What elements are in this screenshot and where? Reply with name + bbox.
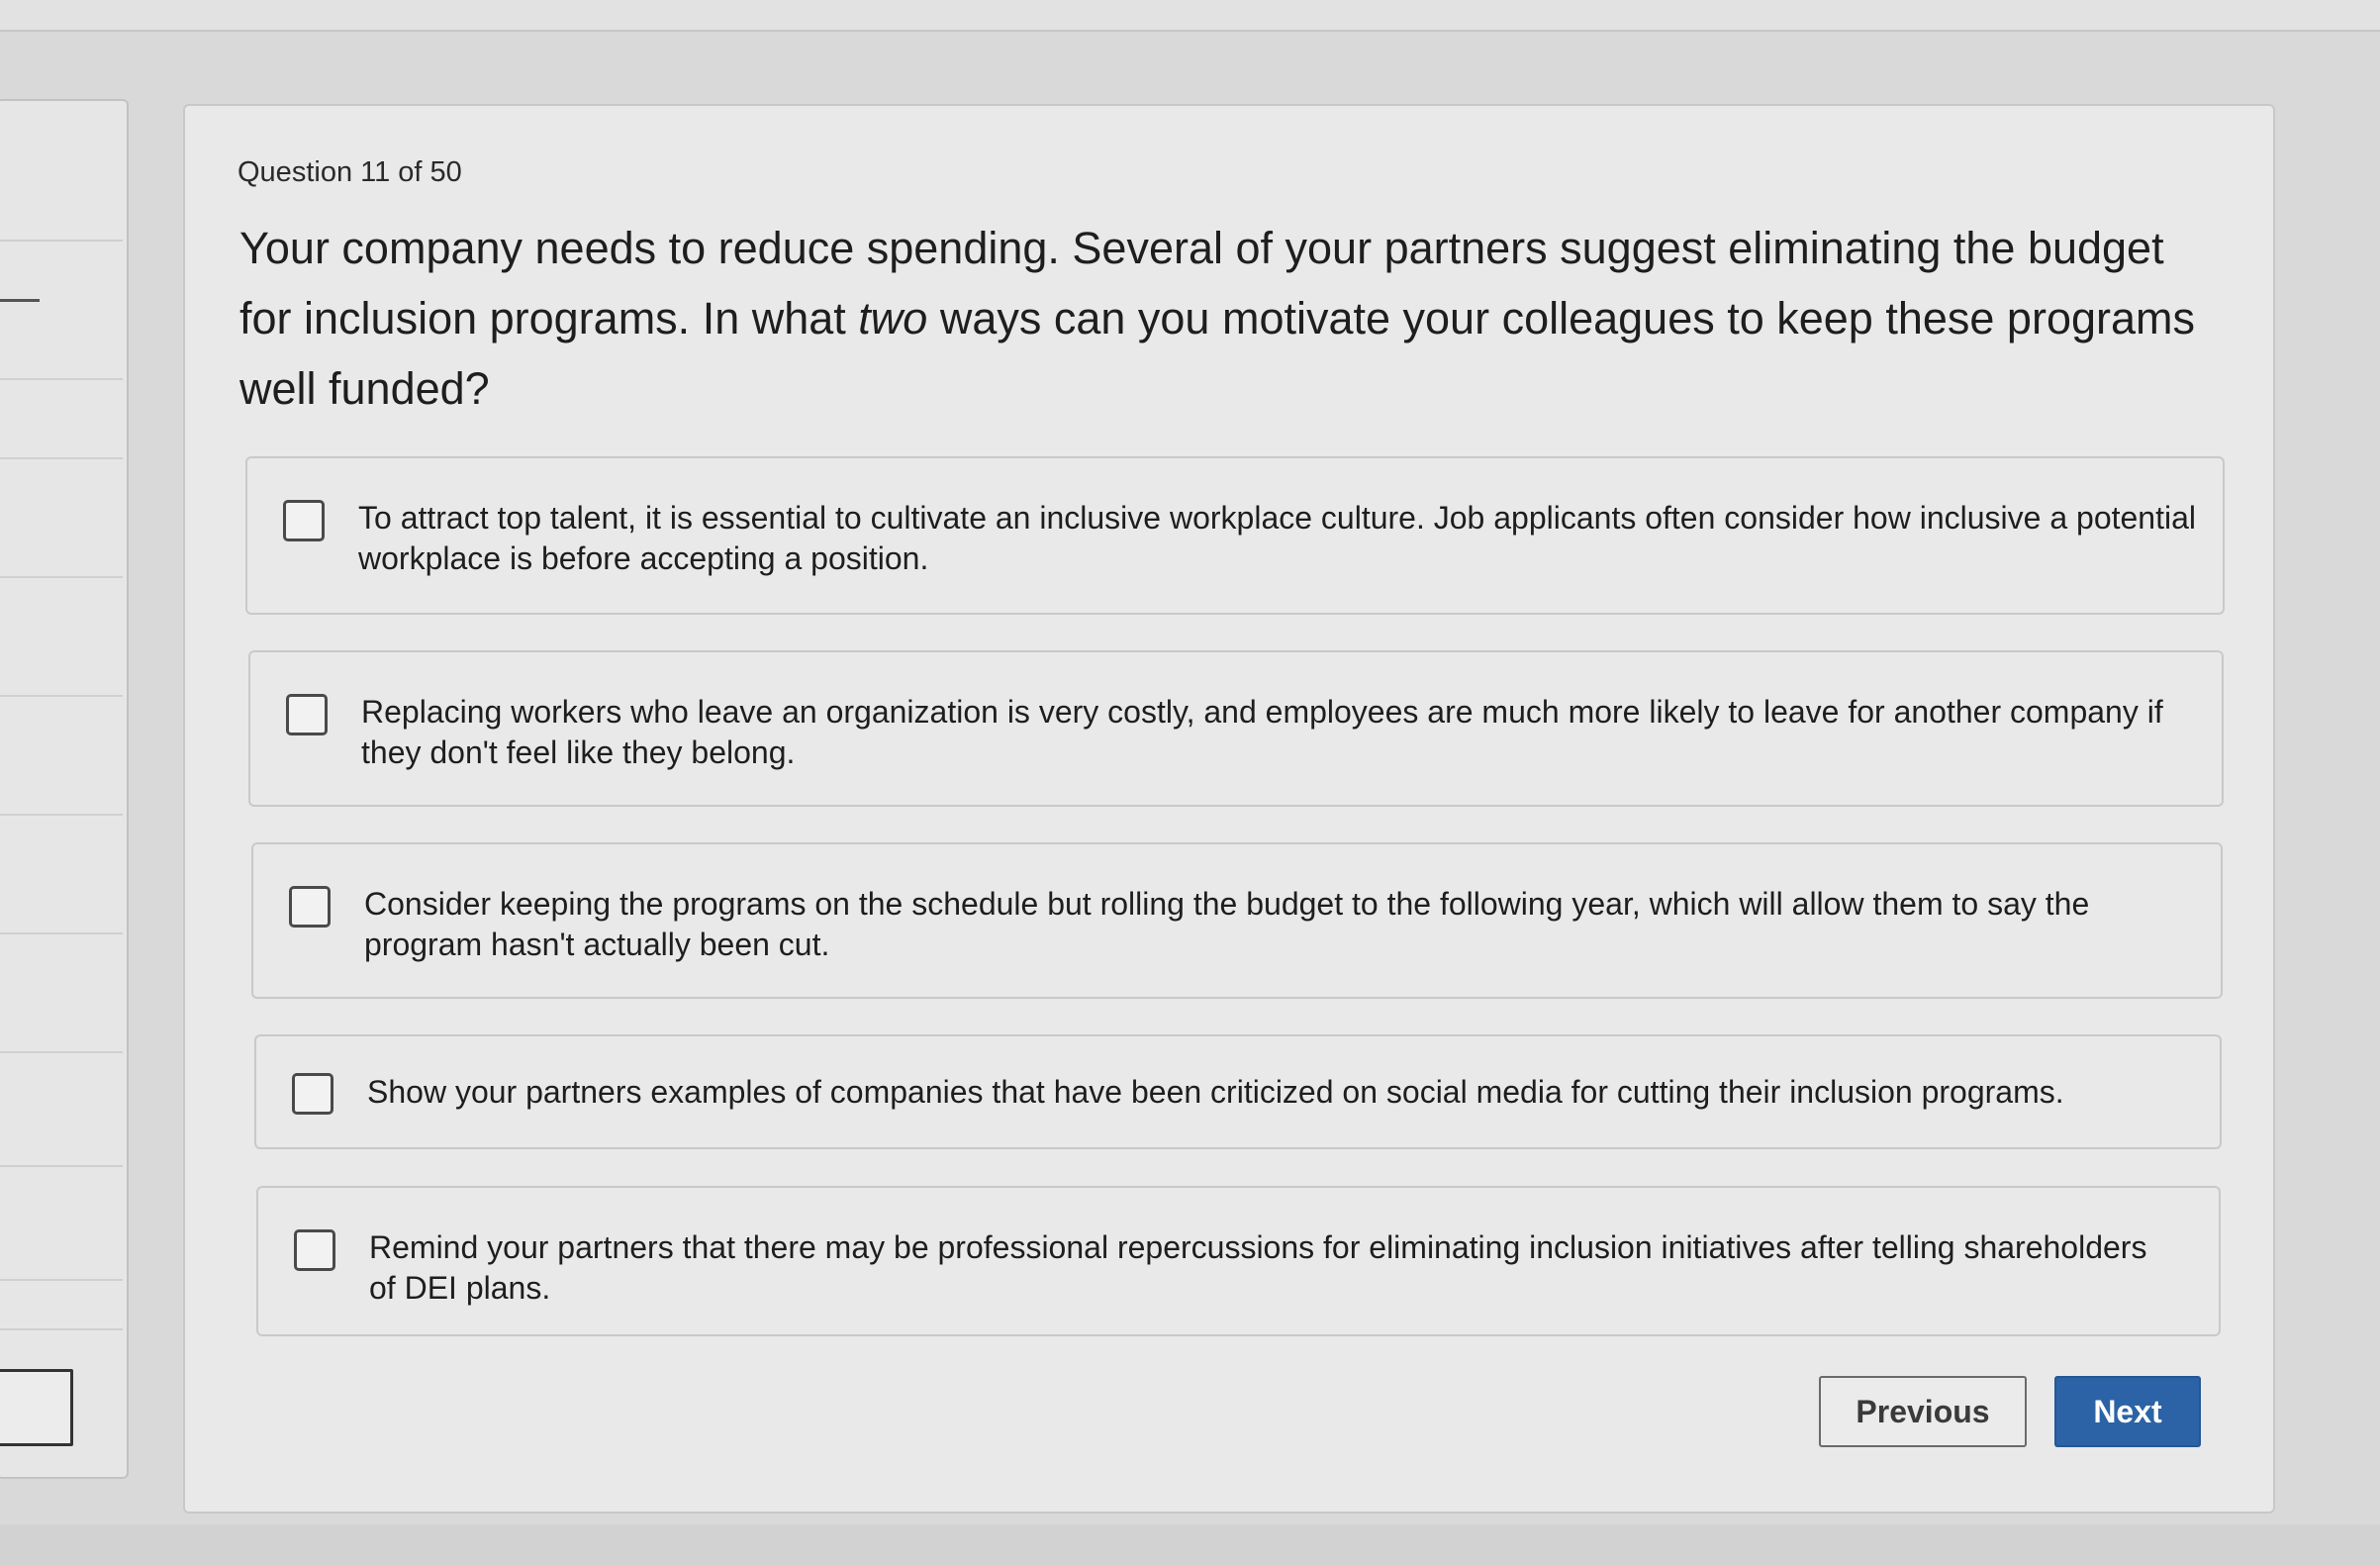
answer-option-3[interactable]: Consider keeping the programs on the sch…	[251, 842, 2223, 999]
navigator-divider	[0, 695, 123, 697]
option-label: Show your partners examples of companies…	[367, 1074, 2064, 1110]
navigator-divider	[0, 576, 123, 578]
answer-option-1[interactable]: To attract top talent, it is essential t…	[245, 456, 2225, 615]
option-label: To attract top talent, it is essential t…	[358, 500, 2196, 576]
navigator-divider	[0, 1328, 123, 1330]
answer-option-2[interactable]: Replacing workers who leave an organizat…	[248, 650, 2224, 807]
question-counter: Question 11 of 50	[238, 156, 462, 188]
navigator-divider	[0, 932, 123, 934]
navigator-divider	[0, 1279, 123, 1281]
option-label: Remind your partners that there may be p…	[369, 1229, 2147, 1306]
navigator-divider	[0, 240, 123, 242]
checkbox-option-5[interactable]	[294, 1229, 335, 1271]
answer-option-5[interactable]: Remind your partners that there may be p…	[256, 1186, 2221, 1336]
question-text: Your company needs to reduce spending. S…	[239, 213, 2219, 424]
checkbox-option-2[interactable]	[286, 694, 328, 735]
navigator-divider	[0, 1051, 123, 1053]
page-bottom	[0, 1524, 2380, 1565]
answer-option-4[interactable]: Show your partners examples of companies…	[254, 1034, 2222, 1149]
question-text-emphasis: two	[858, 293, 928, 343]
navigator-divider	[0, 814, 123, 816]
checkbox-option-4[interactable]	[292, 1073, 333, 1115]
navigator-checkbox[interactable]	[0, 1369, 73, 1446]
previous-button[interactable]: Previous	[1819, 1376, 2027, 1447]
checkbox-option-3[interactable]	[289, 886, 331, 928]
checkbox-option-1[interactable]	[283, 500, 325, 541]
navigator-divider	[0, 378, 123, 380]
question-navigator-panel	[0, 99, 129, 1479]
option-label: Consider keeping the programs on the sch…	[364, 886, 2090, 962]
option-label: Replacing workers who leave an organizat…	[361, 694, 2163, 770]
next-button[interactable]: Next	[2054, 1376, 2201, 1447]
navigator-divider	[0, 1165, 123, 1167]
top-bar	[0, 0, 2380, 32]
current-question-marker	[0, 299, 40, 302]
navigator-divider	[0, 457, 123, 459]
